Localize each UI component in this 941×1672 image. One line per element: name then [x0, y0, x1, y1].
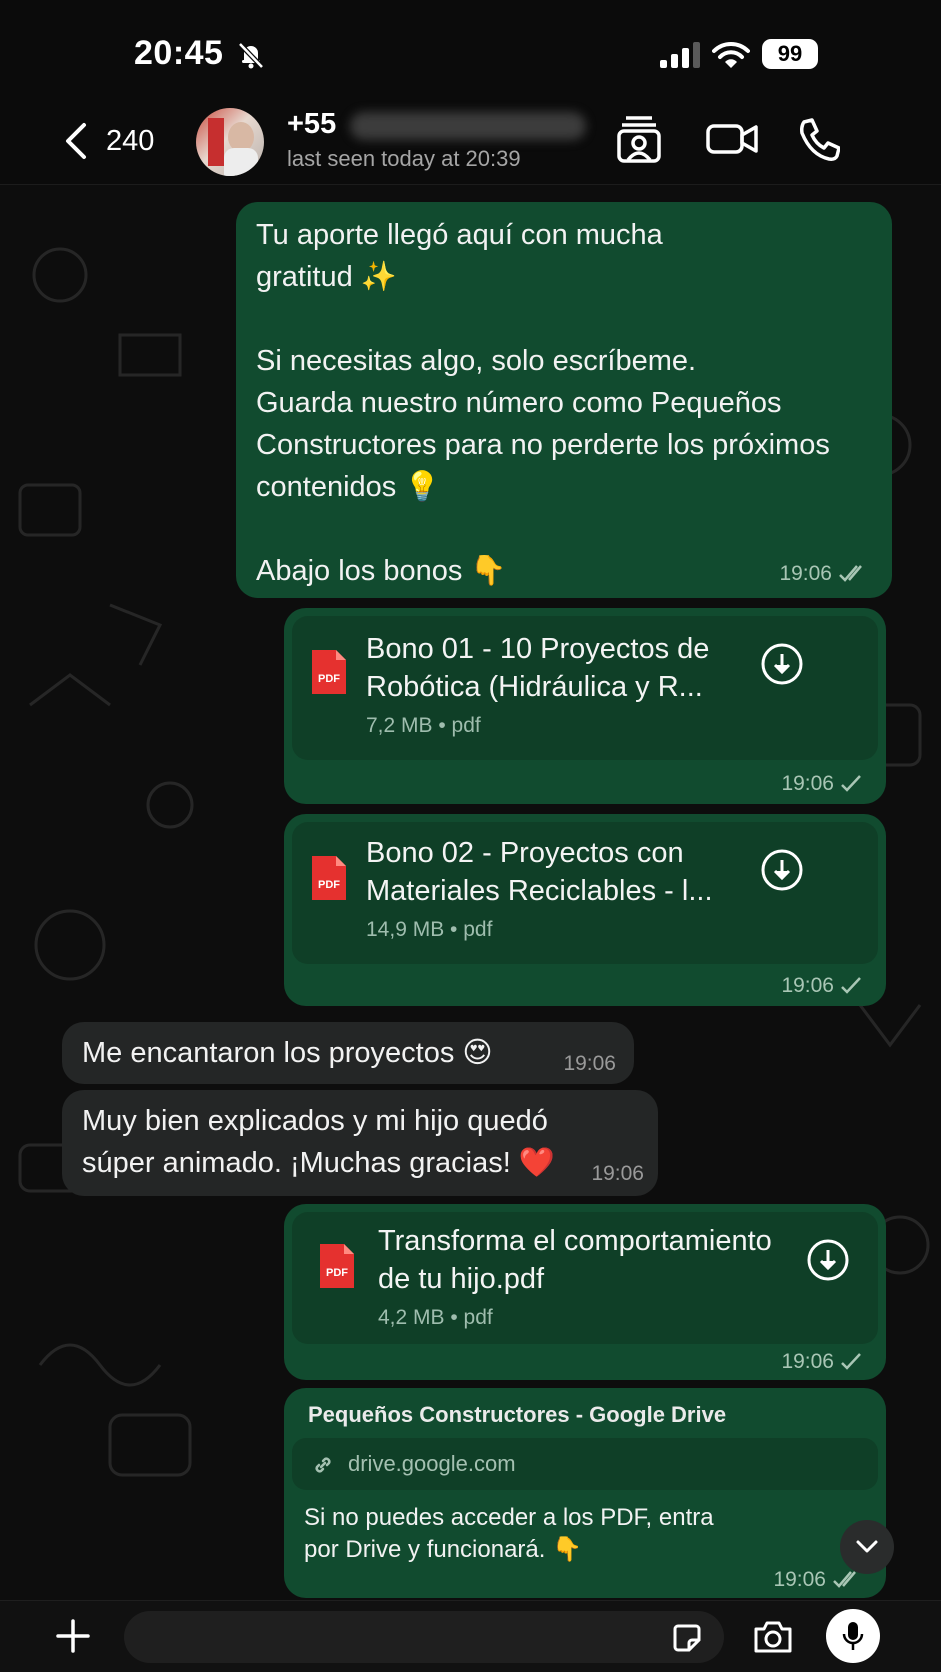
- video-call-button[interactable]: [706, 114, 758, 164]
- message-input[interactable]: [124, 1611, 724, 1663]
- status-time: 20:45: [134, 34, 224, 72]
- document-title-line-2: Materiales Reciclables - l...: [366, 875, 713, 907]
- message-time: 19:06: [591, 1162, 644, 1185]
- message-time: 19:06: [781, 974, 834, 997]
- contact-name[interactable]: +55: [287, 108, 336, 141]
- message-time: 19:06: [563, 1052, 616, 1075]
- link-domain: drive.google.com: [348, 1451, 516, 1476]
- download-icon[interactable]: [760, 848, 804, 892]
- microphone-icon: [842, 1622, 864, 1650]
- outgoing-message[interactable]: Tu aporte llegó aquí con mucha gratitud …: [236, 202, 892, 598]
- chevron-left-icon: [66, 123, 86, 159]
- chat-header: 240 +55 last seen today at 20:39: [0, 100, 941, 185]
- svg-text:PDF: PDF: [326, 1267, 348, 1279]
- message-text-line-1: Muy bien explicados y mi hijo quedó: [82, 1105, 548, 1137]
- pdf-file-icon: PDF: [312, 856, 346, 900]
- svg-text:PDF: PDF: [318, 879, 340, 891]
- video-camera-icon: [706, 124, 758, 154]
- double-check-icon: [833, 1571, 856, 1588]
- contact-card-icon: [617, 116, 661, 163]
- document-meta: 14,9 MB • pdf: [366, 918, 493, 941]
- scroll-to-bottom-button[interactable]: [840, 1520, 894, 1574]
- redacted-number: [350, 112, 586, 140]
- svg-text:PDF: PDF: [318, 673, 340, 685]
- cellular-signal-icon: [660, 42, 700, 68]
- wifi-icon: [712, 41, 750, 68]
- single-check-icon: [841, 977, 861, 994]
- battery-indicator: 99: [762, 39, 818, 69]
- message-meta: 19:06: [781, 772, 862, 796]
- message-text: Si no puedes acceder a los PDF, entra po…: [304, 1504, 714, 1563]
- document-title-line-2: de tu hijo.pdf: [378, 1263, 545, 1295]
- document-card[interactable]: PDF Bono 01 - 10 Proyectos de Robótica (…: [292, 616, 878, 760]
- single-check-icon: [841, 775, 861, 792]
- document-card[interactable]: PDF Bono 02 - Proyectos con Materiales R…: [292, 822, 878, 964]
- back-button[interactable]: 240: [62, 118, 182, 164]
- outgoing-document-message[interactable]: PDF Transforma el comportamiento de tu h…: [284, 1204, 886, 1380]
- document-title-line-2: Robótica (Hidráulica y R...: [366, 671, 703, 703]
- message-time: 19:06: [781, 772, 834, 795]
- contact-card-button[interactable]: [616, 114, 662, 164]
- avatar[interactable]: [196, 108, 264, 176]
- plus-icon[interactable]: [54, 1617, 92, 1655]
- sticker-icon[interactable]: [672, 1623, 702, 1653]
- status-bar: 20:45 99: [0, 0, 941, 100]
- phone-icon: [800, 118, 841, 161]
- camera-icon[interactable]: [752, 1619, 794, 1655]
- outgoing-document-message[interactable]: PDF Bono 01 - 10 Proyectos de Robótica (…: [284, 608, 886, 804]
- single-check-icon: [841, 1353, 861, 1370]
- message-input-bar: [0, 1600, 941, 1672]
- voice-call-button[interactable]: [796, 114, 841, 164]
- outgoing-link-message[interactable]: Pequeños Constructores - Google Drive dr…: [284, 1388, 886, 1598]
- message-time: 19:06: [773, 1568, 826, 1591]
- document-card[interactable]: PDF Transforma el comportamiento de tu h…: [292, 1212, 878, 1344]
- message-time: 19:06: [781, 1350, 834, 1373]
- document-title-line-1: Transforma el comportamiento: [378, 1225, 772, 1257]
- pdf-file-icon: PDF: [320, 1244, 354, 1288]
- document-meta: 4,2 MB • pdf: [378, 1306, 493, 1329]
- message-text: Tu aporte llegó aquí con mucha gratitud …: [256, 219, 830, 587]
- message-text: Me encantaron los proyectos 😍: [82, 1037, 493, 1069]
- unread-count: 240: [106, 124, 155, 157]
- message-meta: 19:06: [781, 1350, 862, 1374]
- download-icon[interactable]: [806, 1238, 850, 1282]
- incoming-message[interactable]: Muy bien explicados y mi hijo quedó súpe…: [62, 1090, 658, 1196]
- message-meta: 19:06: [773, 1568, 862, 1592]
- link-preview-title[interactable]: Pequeños Constructores - Google Drive: [308, 1402, 726, 1428]
- message-meta: 19:06: [781, 974, 862, 998]
- double-check-icon: [839, 565, 862, 582]
- link-preview-card[interactable]: drive.google.com: [292, 1438, 878, 1490]
- document-title-line-1: Bono 02 - Proyectos con: [366, 837, 684, 869]
- message-meta: 19:06: [779, 562, 868, 586]
- outgoing-document-message[interactable]: PDF Bono 02 - Proyectos con Materiales R…: [284, 814, 886, 1006]
- last-seen-status: last seen today at 20:39: [287, 146, 521, 171]
- message-time: 19:06: [779, 562, 832, 585]
- voice-record-button[interactable]: [826, 1609, 880, 1663]
- document-title-line-1: Bono 01 - 10 Proyectos de: [366, 633, 710, 665]
- download-icon[interactable]: [760, 642, 804, 686]
- document-meta: 7,2 MB • pdf: [366, 714, 481, 737]
- chevron-down-icon: [856, 1540, 878, 1553]
- link-icon: [315, 1457, 331, 1473]
- pdf-file-icon: PDF: [312, 650, 346, 694]
- bell-muted-icon: [238, 42, 264, 69]
- incoming-message[interactable]: Me encantaron los proyectos 😍 19:06: [62, 1022, 634, 1084]
- message-text-line-2: súper animado. ¡Muchas gracias! ❤️: [82, 1147, 555, 1179]
